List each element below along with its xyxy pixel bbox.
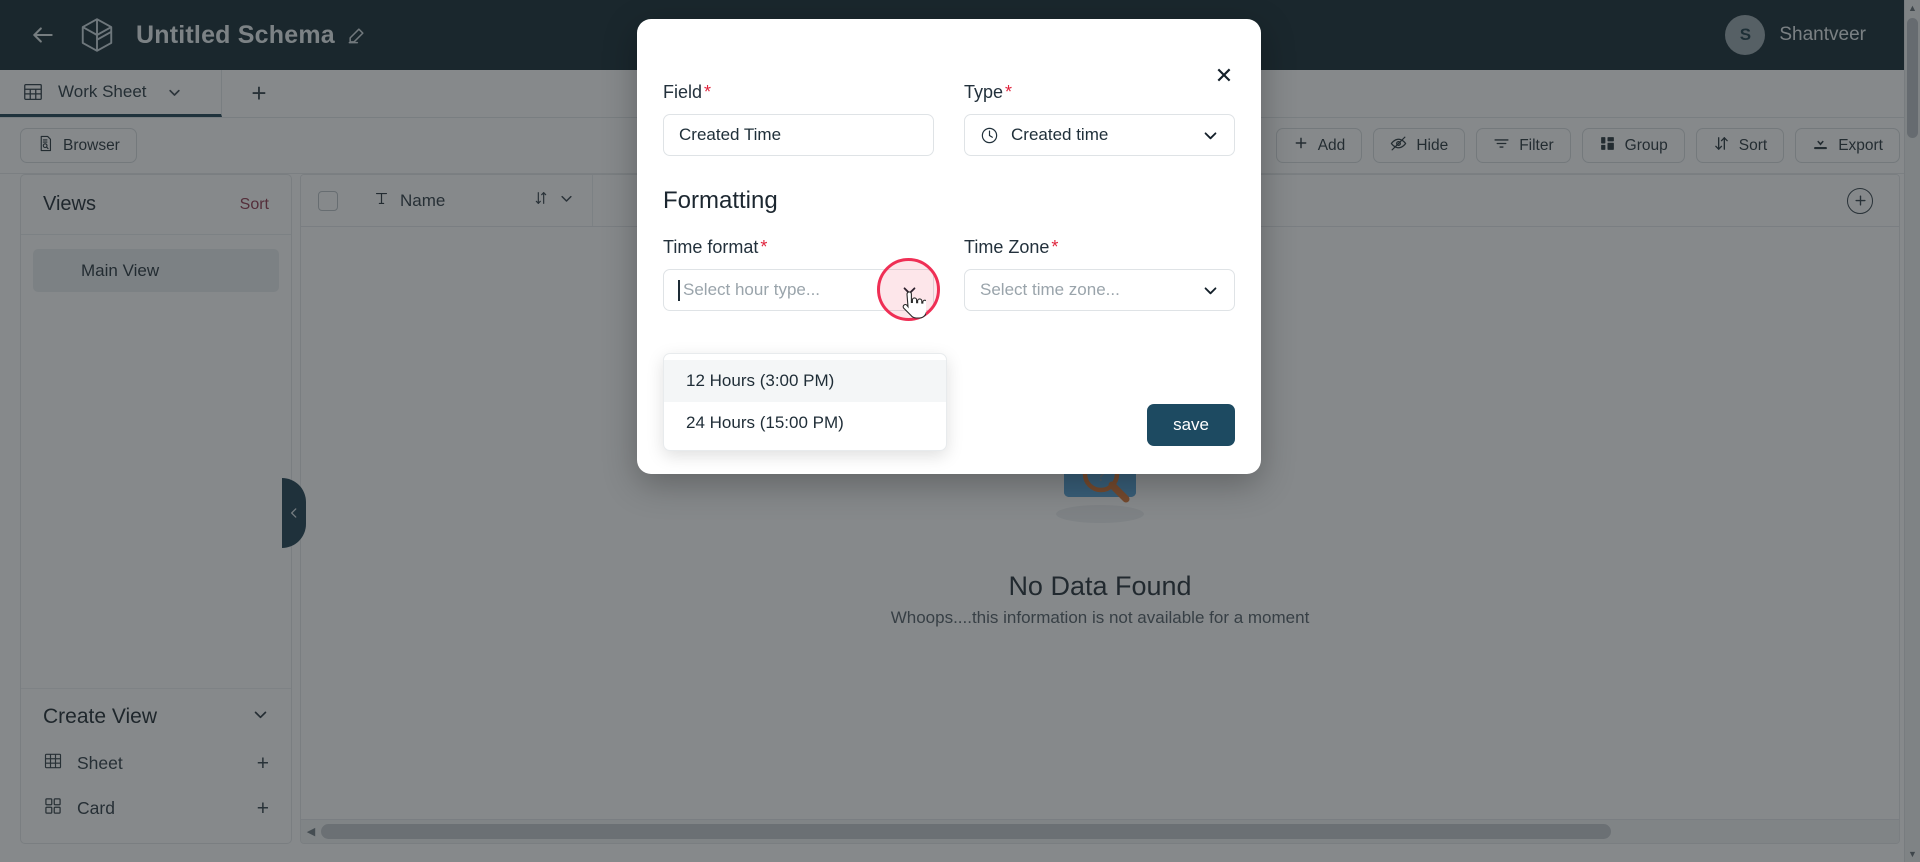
time-zone-label: Time Zone * xyxy=(964,237,1235,258)
edit-field-modal: ✕ Field * Created Time Type * Created ti… xyxy=(637,19,1261,474)
chevron-down-icon[interactable] xyxy=(1202,282,1219,299)
text-caret xyxy=(678,280,680,301)
close-icon[interactable]: ✕ xyxy=(1211,63,1237,89)
time-format-dropdown-menu[interactable]: 12 Hours (3:00 PM) 24 Hours (15:00 PM) xyxy=(663,353,947,451)
field-name-value: Created Time xyxy=(679,125,782,144)
save-button[interactable]: save xyxy=(1147,404,1235,446)
type-select[interactable]: Created time xyxy=(964,114,1235,156)
dropdown-option-24-hours[interactable]: 24 Hours (15:00 PM) xyxy=(664,402,946,444)
field-group: Field * Created Time xyxy=(663,82,934,156)
required-marker: * xyxy=(1051,237,1059,257)
clock-icon xyxy=(980,126,999,145)
required-marker: * xyxy=(704,82,712,102)
field-label-text: Field xyxy=(663,82,703,102)
formatting-section-title: Formatting xyxy=(663,187,778,214)
time-format-label: Time format * xyxy=(663,237,934,258)
time-format-placeholder: Select hour type... xyxy=(683,280,821,299)
time-zone-placeholder: Select time zone... xyxy=(980,280,1120,299)
type-label-text: Type xyxy=(964,82,1004,102)
chevron-down-icon[interactable] xyxy=(901,282,918,299)
time-zone-group: Time Zone * Select time zone... xyxy=(964,237,1235,311)
time-format-wrapper: Select hour type... xyxy=(663,258,940,321)
modal-footer: save xyxy=(1147,404,1235,446)
modal-body: Field * Created Time Type * Created time… xyxy=(637,19,1261,321)
chevron-down-icon[interactable] xyxy=(1202,127,1219,144)
time-format-group: Time format * Select hour type... xyxy=(663,237,940,321)
type-label: Type * xyxy=(964,82,1235,103)
time-zone-select[interactable]: Select time zone... xyxy=(964,269,1235,311)
dropdown-option-12-hours[interactable]: 12 Hours (3:00 PM) xyxy=(664,360,946,402)
time-format-select[interactable]: Select hour type... xyxy=(663,269,934,311)
formatting-row: Time format * Select hour type... Time Z… xyxy=(663,237,1235,321)
required-marker: * xyxy=(760,237,768,257)
time-format-label-text: Time format xyxy=(663,237,759,257)
field-type-row: Field * Created Time Type * Created time xyxy=(663,82,1235,156)
field-label: Field * xyxy=(663,82,934,103)
type-group: Type * Created time xyxy=(964,82,1235,156)
required-marker: * xyxy=(1005,82,1013,102)
type-select-value: Created time xyxy=(1011,125,1109,144)
time-zone-label-text: Time Zone xyxy=(964,237,1050,257)
field-name-input[interactable]: Created Time xyxy=(663,114,934,156)
